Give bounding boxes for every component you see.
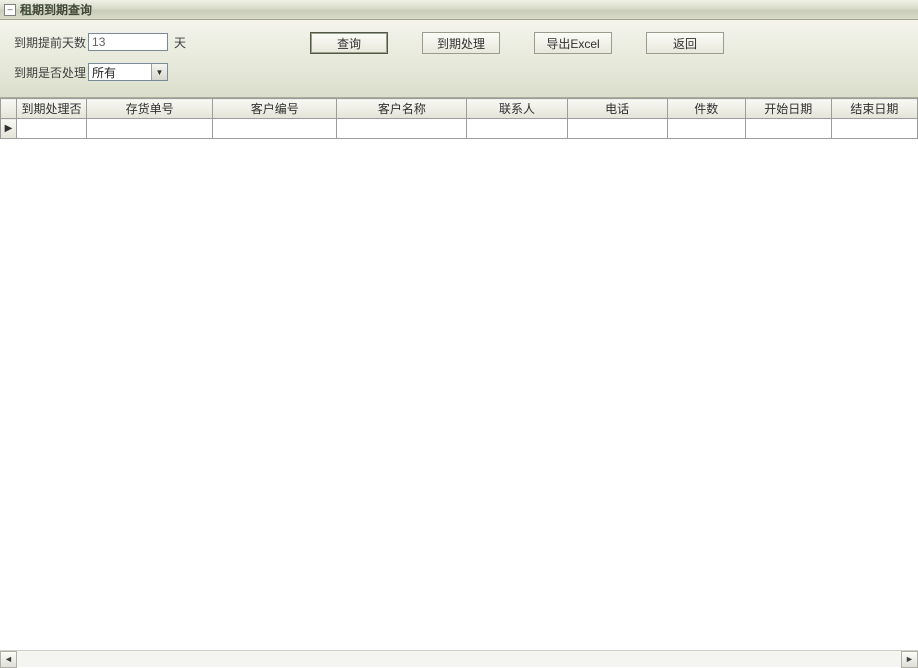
col-header[interactable]: 客户名称 [337,99,467,119]
processed-select[interactable]: 所有 ▼ [88,63,168,81]
scroll-left-icon[interactable]: ◄ [0,651,17,668]
data-grid[interactable]: 到期处理否 存货单号 客户编号 客户名称 联系人 电话 件数 开始日期 结束日期… [0,98,918,139]
header-row: 到期处理否 存货单号 客户编号 客户名称 联系人 电话 件数 开始日期 结束日期 [1,99,918,119]
title-bar: – 租期到期查询 [0,0,918,20]
col-header[interactable]: 客户编号 [213,99,337,119]
cell[interactable] [337,119,467,139]
table-row[interactable]: ▶ [1,119,918,139]
col-header[interactable]: 开始日期 [745,99,831,119]
process-button[interactable]: 到期处理 [422,32,500,54]
processed-select-value: 所有 [89,64,151,81]
window-title: 租期到期查询 [20,1,92,18]
row-selector-header[interactable] [1,99,17,119]
cell[interactable] [831,119,917,139]
cell[interactable] [745,119,831,139]
export-button[interactable]: 导出Excel [534,32,612,54]
col-header[interactable]: 联系人 [467,99,567,119]
cell[interactable] [567,119,667,139]
cell[interactable] [213,119,337,139]
col-header[interactable]: 到期处理否 [17,99,87,119]
back-button[interactable]: 返回 [646,32,724,54]
col-header[interactable]: 结束日期 [831,99,917,119]
scroll-track[interactable] [17,651,901,668]
days-unit: 天 [174,34,186,51]
col-header[interactable]: 件数 [667,99,745,119]
filter-row-processed: 到期是否处理 所有 ▼ [14,60,904,84]
scroll-right-icon[interactable]: ► [901,651,918,668]
col-header[interactable]: 存货单号 [87,99,213,119]
query-button[interactable]: 查询 [310,32,388,54]
cell[interactable] [467,119,567,139]
processed-label: 到期是否处理 [14,64,86,81]
col-header[interactable]: 电话 [567,99,667,119]
data-grid-container: 到期处理否 存货单号 客户编号 客户名称 联系人 电话 件数 开始日期 结束日期… [0,98,918,646]
row-indicator-icon[interactable]: ▶ [1,119,17,139]
days-input[interactable] [88,33,168,51]
dropdown-arrow-icon[interactable]: ▼ [151,64,167,80]
action-buttons: 查询 到期处理 导出Excel 返回 [310,32,724,54]
cell[interactable] [667,119,745,139]
cell[interactable] [17,119,87,139]
horizontal-scrollbar[interactable]: ◄ ► [0,650,918,667]
days-label: 到期提前天数 [14,34,86,51]
cell[interactable] [87,119,213,139]
system-menu-icon[interactable]: – [4,4,16,16]
filter-panel: 到期提前天数 天 到期是否处理 所有 ▼ 查询 到期处理 导出Excel 返回 [0,20,918,98]
